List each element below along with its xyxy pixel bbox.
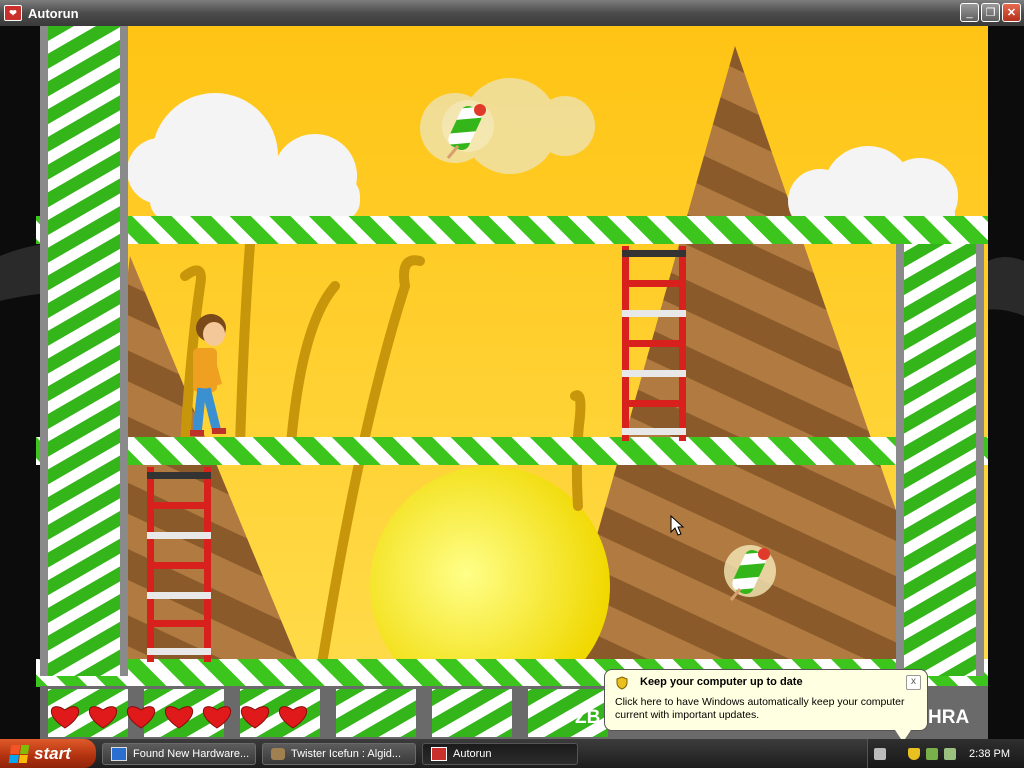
clock[interactable]: 2:38 PM [969,748,1010,760]
autorun-icon: ❤ [4,5,22,21]
system-tray: 2:38 PM [867,739,1024,768]
taskbar: start Found New Hardware... Twister Icef… [0,739,1024,768]
restore-icon: ❐ [985,7,996,19]
update-notification-balloon[interactable]: Keep your computer up to date Click here… [604,669,928,742]
window-titlebar[interactable]: ❤ Autorun _ ❐ ✕ [0,0,1024,26]
taskbar-item-hardware[interactable]: Found New Hardware... [102,742,256,765]
window-controls: _ ❐ ✕ [960,3,1021,22]
notification-title: Keep your computer up to date [640,676,803,688]
windows-logo-icon [8,744,30,763]
taskbar-item-label: Twister Icefun : Algid... [291,747,402,760]
speaker-icon[interactable] [944,747,956,760]
hud-label-right: HRA [928,707,969,728]
platform-top [36,216,988,244]
close-button[interactable]: ✕ [1002,3,1021,22]
taskbar-item-autorun[interactable]: Autorun [422,742,578,765]
shield-icon [616,676,628,690]
game-icon [271,747,285,760]
minimize-button[interactable]: _ [960,3,979,22]
game-scene[interactable]: ZB HRA [0,26,1024,739]
start-button[interactable]: start [0,739,96,768]
taskbar-item-twister[interactable]: Twister Icefun : Algid... [262,742,416,765]
game-viewport[interactable]: ZB HRA [0,26,1024,739]
taskbar-item-label: Autorun [453,747,492,760]
network-icon[interactable] [926,747,938,760]
minimize-icon: _ [966,7,973,19]
close-icon: x [911,676,916,687]
hardware-icon [111,746,127,761]
restore-button[interactable]: ❐ [981,3,1000,22]
close-icon: ✕ [1006,7,1017,19]
platform-middle [36,437,988,465]
notification-body[interactable]: Click here to have Windows automatically… [615,696,917,722]
pillar-right [896,244,984,676]
taskbar-item-label: Found New Hardware... [133,747,250,760]
keyboard-icon[interactable] [874,747,886,760]
notification-close-button[interactable]: x [906,675,921,690]
pillar-left [40,26,128,676]
window-title: Autorun [28,5,79,21]
hud-label-left: ZB [575,707,600,728]
shield-icon[interactable] [908,747,920,760]
autorun-icon [431,746,447,761]
start-label: start [34,743,71,763]
